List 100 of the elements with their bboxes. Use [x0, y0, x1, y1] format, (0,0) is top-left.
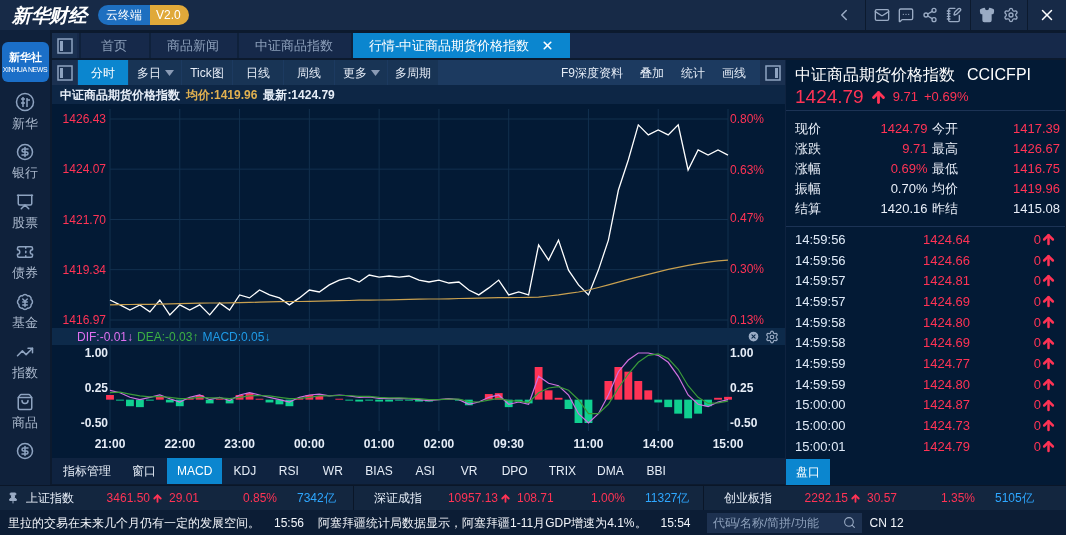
index-turnover: 11327亿: [644, 490, 690, 507]
tick-volume: 0: [1033, 334, 1041, 353]
axis-label: 0.13%: [730, 313, 765, 327]
axis-label: 14:00: [642, 437, 674, 451]
tick-price: 1424.69: [922, 334, 970, 353]
tick-time: 15:00:01: [795, 437, 847, 456]
tick-price: 1424.73: [922, 417, 970, 435]
axis-label: 21:00: [94, 437, 126, 451]
index-percent: 1.35%: [939, 490, 975, 507]
axis-label: 02:00: [423, 437, 455, 451]
instrument-title: 中证商品期货价格指数 CCICFPI: [795, 65, 1032, 85]
legend-item: MACD:0.05↓: [202, 328, 271, 346]
stat-value: 0.69%: [890, 159, 928, 178]
stat-value: 1420.16: [880, 199, 928, 218]
legend-item: DIF:-0.01↓: [77, 328, 134, 346]
tick-volume: 0: [1033, 375, 1041, 394]
tick-volume: 0: [1033, 354, 1041, 373]
axis-label: 1424.07: [62, 162, 106, 177]
tick-time: 14:59:59: [795, 375, 847, 394]
axis-label: 1426.43: [62, 112, 106, 126]
index-change: 30.57: [866, 490, 899, 507]
index-change: 108.71: [516, 490, 555, 507]
tick-price: 1424.64: [922, 230, 970, 249]
stat-label: 涨幅: [795, 159, 821, 178]
status-text: CN 12: [869, 514, 904, 532]
index-value: 3461.50: [105, 490, 150, 507]
stat-label: 涨跌: [795, 139, 821, 158]
tick-time: 14:59:59: [795, 354, 847, 373]
axis-label: 0.25: [730, 381, 754, 395]
average-price: 均价:1419.96: [186, 86, 258, 104]
tick-price: 1424.81: [922, 272, 970, 291]
index-turnover: 5105亿: [994, 490, 1034, 507]
tick-price: 1424.79: [922, 437, 970, 456]
axis-label: -0.50: [80, 416, 108, 430]
index-name: 创业板指: [724, 490, 773, 507]
stat-value: 1417.39: [1013, 119, 1060, 138]
tick-volume: 0: [1033, 417, 1041, 435]
tick-price: 1424.80: [922, 313, 970, 332]
axis-label: 22:00: [164, 437, 196, 451]
legend-item: DEA:-0.03↑: [137, 328, 199, 346]
tick-time: 14:59:57: [795, 292, 847, 311]
tick-volume: 0: [1033, 272, 1041, 291]
stat-label: 昨结: [931, 199, 958, 218]
tick-time: 15:00:00: [795, 417, 847, 435]
axis-label: 1.00: [84, 346, 108, 360]
index-name: 上证指数: [26, 490, 75, 507]
last-price: 1424.79: [795, 86, 864, 108]
tick-price: 1424.87: [922, 396, 970, 415]
tick-volume: 0: [1033, 313, 1041, 332]
index-change: 29.01: [168, 490, 201, 507]
tick-volume: 0: [1033, 437, 1041, 456]
chart-title: 中证商品期货价格指数: [60, 86, 180, 104]
logo-text: 新华社: [8, 51, 42, 63]
stat-value: 1416.75: [1013, 159, 1060, 178]
stat-value: 0.70%: [890, 179, 928, 198]
version-badge: V2.0: [150, 5, 189, 25]
percent-change: +0.69%: [924, 88, 969, 107]
tick-time: 14:59:56: [795, 251, 847, 270]
stat-value: 1415.08: [1013, 199, 1060, 218]
tick-time: 14:59:57: [795, 272, 847, 291]
axis-label: 01:00: [363, 437, 395, 451]
stat-value: 1426.67: [1013, 139, 1060, 158]
tick-volume: 0: [1033, 230, 1041, 249]
news-time: 15:54: [660, 514, 691, 532]
axis-label: 0.25: [84, 381, 108, 395]
stat-label: 今开: [931, 119, 958, 138]
stat-value: 1419.96: [1013, 179, 1060, 198]
latest-price: 最新:1424.79: [263, 86, 335, 104]
tick-volume: 0: [1033, 396, 1041, 415]
stat-label: 振幅: [795, 179, 821, 198]
axis-label: 1.00: [730, 346, 754, 360]
app-logo: 新华财经: [12, 2, 87, 28]
axis-label: 11:00: [573, 437, 604, 451]
price-change: 9.71: [892, 88, 918, 107]
tick-time: 14:59:58: [795, 334, 847, 353]
tick-price: 1424.80: [922, 375, 970, 394]
stat-value: 1424.79: [880, 119, 928, 138]
axis-label: 23:00: [224, 437, 255, 451]
stat-label: 现价: [795, 119, 821, 138]
axis-label: 1416.97: [62, 313, 106, 327]
axis-label: 1421.70: [62, 212, 106, 227]
news-time: 15:56: [274, 514, 305, 532]
axis-label: 15:00: [712, 437, 744, 451]
index-percent: 1.00%: [589, 490, 625, 507]
axis-label: 1419.34: [62, 262, 106, 277]
index-value: 10957.13: [446, 490, 498, 507]
tick-price: 1424.77: [922, 354, 970, 373]
tick-time: 14:59:58: [795, 313, 847, 332]
tick-time: 15:00:00: [795, 396, 847, 415]
axis-label: 09:30: [493, 437, 525, 451]
axis-label: 0.30%: [730, 262, 765, 276]
tick-time: 14:59:56: [795, 230, 847, 249]
axis-label: 00:00: [294, 437, 325, 451]
stat-label: 结算: [795, 199, 821, 218]
axis-label: 0.47%: [730, 211, 765, 225]
stat-label: 最高: [931, 139, 958, 158]
stat-value: 9.71: [902, 139, 928, 158]
app-badge: 云终端: [98, 5, 151, 25]
index-percent: 0.85%: [241, 490, 277, 507]
stat-label: 均价: [931, 179, 958, 198]
